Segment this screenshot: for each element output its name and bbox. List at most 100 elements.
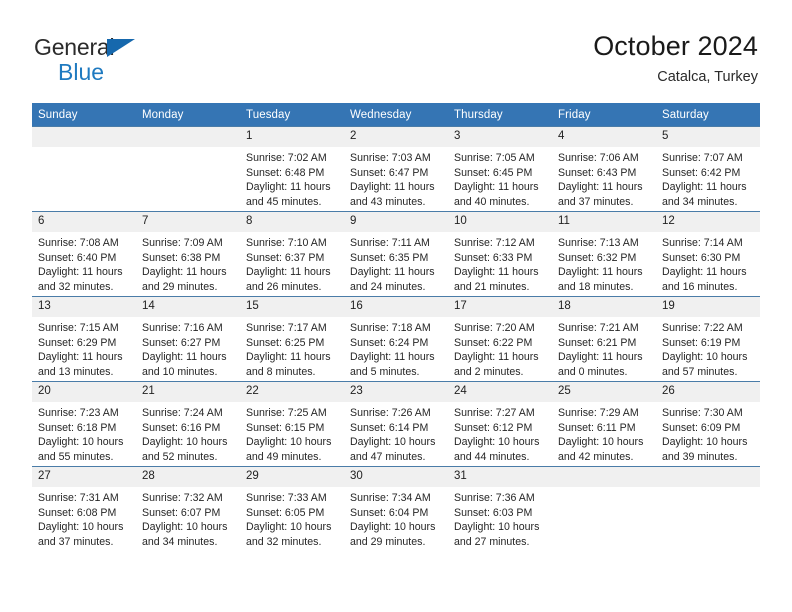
calendar-day-cell[interactable]: 23 Sunrise: 7:26 AM Sunset: 6:14 PM Dayligh… <box>344 381 448 467</box>
daylight-text-line1: Daylight: 11 hours <box>246 351 331 364</box>
calendar-day-cell[interactable]: 26 Sunrise: 7:30 AM Sunset: 6:09 PM Dayligh… <box>656 381 760 467</box>
calendar-day-cell[interactable]: 7 Sunrise: 7:09 AM Sunset: 6:38 PM Daylight… <box>136 211 240 297</box>
sunset-text: Sunset: 6:15 PM <box>246 421 325 434</box>
calendar-day-cell[interactable]: 27 Sunrise: 7:31 AM Sunset: 6:08 PM Dayligh… <box>32 466 136 551</box>
calendar-header-row: Sunday Monday Tuesday Wednesday Thursday… <box>32 103 760 127</box>
sunset-text: Sunset: 6:42 PM <box>662 166 741 179</box>
calendar-week-row: 20 Sunrise: 7:23 AM Sunset: 6:18 PM Dayligh… <box>32 381 760 467</box>
day-number: 2 <box>344 127 448 147</box>
calendar-day-cell-empty <box>32 126 136 212</box>
weekday-header-tuesday: Tuesday <box>240 103 344 127</box>
daylight-text-line2: and 32 minutes. <box>38 280 114 293</box>
daylight-text-line1: Daylight: 10 hours <box>38 521 124 534</box>
day-sun-info: Sunrise: 7:14 AM Sunset: 6:30 PM Daylight:… <box>656 232 760 294</box>
sunrise-text: Sunrise: 7:22 AM <box>662 322 743 334</box>
calendar-day-cell-empty <box>136 126 240 212</box>
calendar-day-cell[interactable]: 13 Sunrise: 7:15 AM Sunset: 6:29 PM Dayligh… <box>32 296 136 382</box>
calendar-day-cell[interactable]: 12 Sunrise: 7:14 AM Sunset: 6:30 PM Dayligh… <box>656 211 760 297</box>
day-sun-info: Sunrise: 7:09 AM Sunset: 6:38 PM Daylight:… <box>136 232 240 294</box>
calendar-day-cell[interactable]: 2 Sunrise: 7:03 AM Sunset: 6:47 PM Daylight… <box>344 126 448 212</box>
weekday-header-sunday: Sunday <box>32 103 136 127</box>
sunrise-text: Sunrise: 7:12 AM <box>454 237 535 249</box>
day-number: 22 <box>240 382 344 402</box>
day-number: 16 <box>344 297 448 317</box>
calendar-day-cell[interactable]: 25 Sunrise: 7:29 AM Sunset: 6:11 PM Dayligh… <box>552 381 656 467</box>
calendar-day-cell[interactable]: 11 Sunrise: 7:13 AM Sunset: 6:32 PM Dayligh… <box>552 211 656 297</box>
calendar-day-cell[interactable]: 29 Sunrise: 7:33 AM Sunset: 6:05 PM Dayligh… <box>240 466 344 551</box>
daylight-text-line2: and 37 minutes. <box>558 195 634 208</box>
sunset-text: Sunset: 6:38 PM <box>142 251 221 264</box>
calendar-day-cell[interactable]: 5 Sunrise: 7:07 AM Sunset: 6:42 PM Daylight… <box>656 126 760 212</box>
day-sun-info: Sunrise: 7:11 AM Sunset: 6:35 PM Daylight:… <box>344 232 448 294</box>
day-number: 12 <box>656 212 760 232</box>
sunrise-text: Sunrise: 7:03 AM <box>350 152 431 164</box>
daylight-text-line1: Daylight: 10 hours <box>350 521 436 534</box>
sunrise-text: Sunrise: 7:14 AM <box>662 237 743 249</box>
calendar-day-cell[interactable]: 17 Sunrise: 7:20 AM Sunset: 6:22 PM Dayligh… <box>448 296 552 382</box>
day-sun-info: Sunrise: 7:15 AM Sunset: 6:29 PM Daylight:… <box>32 317 136 379</box>
sunrise-text: Sunrise: 7:13 AM <box>558 237 639 249</box>
calendar-day-cell[interactable]: 30 Sunrise: 7:34 AM Sunset: 6:04 PM Dayligh… <box>344 466 448 551</box>
calendar-day-cell[interactable]: 28 Sunrise: 7:32 AM Sunset: 6:07 PM Dayligh… <box>136 466 240 551</box>
sunset-text: Sunset: 6:19 PM <box>662 336 741 349</box>
calendar-day-cell[interactable]: 9 Sunrise: 7:11 AM Sunset: 6:35 PM Daylight… <box>344 211 448 297</box>
page-title: October 2024 <box>593 31 758 61</box>
daylight-text-line2: and 13 minutes. <box>38 365 114 378</box>
day-number: 6 <box>32 212 136 232</box>
sunrise-text: Sunrise: 7:29 AM <box>558 407 639 419</box>
daylight-text-line1: Daylight: 10 hours <box>662 351 748 364</box>
calendar-day-cell[interactable]: 4 Sunrise: 7:06 AM Sunset: 6:43 PM Daylight… <box>552 126 656 212</box>
calendar-day-cell[interactable]: 15 Sunrise: 7:17 AM Sunset: 6:25 PM Dayligh… <box>240 296 344 382</box>
calendar-day-cell[interactable]: 22 Sunrise: 7:25 AM Sunset: 6:15 PM Dayligh… <box>240 381 344 467</box>
daylight-text-line2: and 0 minutes. <box>558 365 628 378</box>
daylight-text-line2: and 34 minutes. <box>142 535 218 548</box>
calendar-day-cell[interactable]: 3 Sunrise: 7:05 AM Sunset: 6:45 PM Daylight… <box>448 126 552 212</box>
day-number: 11 <box>552 212 656 232</box>
daylight-text-line1: Daylight: 11 hours <box>558 351 643 364</box>
calendar-day-cell[interactable]: 16 Sunrise: 7:18 AM Sunset: 6:24 PM Dayligh… <box>344 296 448 382</box>
sunrise-text: Sunrise: 7:23 AM <box>38 407 119 419</box>
day-sun-info: Sunrise: 7:23 AM Sunset: 6:18 PM Daylight:… <box>32 402 136 464</box>
general-blue-logo[interactable]: General Blue <box>34 30 154 92</box>
day-number: 7 <box>136 212 240 232</box>
daylight-text-line1: Daylight: 11 hours <box>454 266 539 279</box>
sunrise-text: Sunrise: 7:11 AM <box>350 237 430 249</box>
daylight-text-line2: and 10 minutes. <box>142 365 218 378</box>
calendar-day-cell-empty <box>656 466 760 551</box>
calendar-day-cell[interactable]: 18 Sunrise: 7:21 AM Sunset: 6:21 PM Dayligh… <box>552 296 656 382</box>
calendar-day-cell[interactable]: 10 Sunrise: 7:12 AM Sunset: 6:33 PM Dayligh… <box>448 211 552 297</box>
triangle-icon <box>107 39 135 57</box>
day-number: 20 <box>32 382 136 402</box>
daylight-text-line1: Daylight: 11 hours <box>662 181 747 194</box>
calendar-day-cell[interactable]: 19 Sunrise: 7:22 AM Sunset: 6:19 PM Dayligh… <box>656 296 760 382</box>
sunset-text: Sunset: 6:11 PM <box>558 421 636 434</box>
calendar-day-cell[interactable]: 31 Sunrise: 7:36 AM Sunset: 6:03 PM Dayligh… <box>448 466 552 551</box>
calendar-day-cell[interactable]: 24 Sunrise: 7:27 AM Sunset: 6:12 PM Dayligh… <box>448 381 552 467</box>
calendar-day-cell[interactable]: 6 Sunrise: 7:08 AM Sunset: 6:40 PM Daylight… <box>32 211 136 297</box>
calendar-day-cell[interactable]: 1 Sunrise: 7:02 AM Sunset: 6:48 PM Daylight… <box>240 126 344 212</box>
daylight-text-line1: Daylight: 11 hours <box>454 351 539 364</box>
calendar-day-cell[interactable]: 8 Sunrise: 7:10 AM Sunset: 6:37 PM Daylight… <box>240 211 344 297</box>
day-sun-info: Sunrise: 7:17 AM Sunset: 6:25 PM Daylight:… <box>240 317 344 379</box>
day-sun-info: Sunrise: 7:30 AM Sunset: 6:09 PM Daylight:… <box>656 402 760 464</box>
day-number: 15 <box>240 297 344 317</box>
daylight-text-line1: Daylight: 11 hours <box>246 181 331 194</box>
daylight-text-line1: Daylight: 10 hours <box>662 436 748 449</box>
day-sun-info: Sunrise: 7:06 AM Sunset: 6:43 PM Daylight:… <box>552 147 656 209</box>
sunrise-text: Sunrise: 7:21 AM <box>558 322 639 334</box>
calendar-day-cell[interactable]: 20 Sunrise: 7:23 AM Sunset: 6:18 PM Dayligh… <box>32 381 136 467</box>
day-sun-info: Sunrise: 7:10 AM Sunset: 6:37 PM Daylight:… <box>240 232 344 294</box>
daylight-text-line1: Daylight: 10 hours <box>246 436 332 449</box>
weekday-header-saturday: Saturday <box>656 103 760 127</box>
daylight-text-line2: and 8 minutes. <box>246 365 316 378</box>
day-sun-info: Sunrise: 7:33 AM Sunset: 6:05 PM Daylight:… <box>240 487 344 549</box>
day-number <box>656 467 760 487</box>
sunset-text: Sunset: 6:48 PM <box>246 166 325 179</box>
day-number: 27 <box>32 467 136 487</box>
sunset-text: Sunset: 6:16 PM <box>142 421 221 434</box>
sunrise-text: Sunrise: 7:33 AM <box>246 492 327 504</box>
calendar-day-cell[interactable]: 21 Sunrise: 7:24 AM Sunset: 6:16 PM Dayligh… <box>136 381 240 467</box>
calendar-week-row: 1 Sunrise: 7:02 AM Sunset: 6:48 PM Daylight… <box>32 126 760 212</box>
calendar-day-cell[interactable]: 14 Sunrise: 7:16 AM Sunset: 6:27 PM Dayligh… <box>136 296 240 382</box>
sunset-text: Sunset: 6:08 PM <box>38 506 117 519</box>
